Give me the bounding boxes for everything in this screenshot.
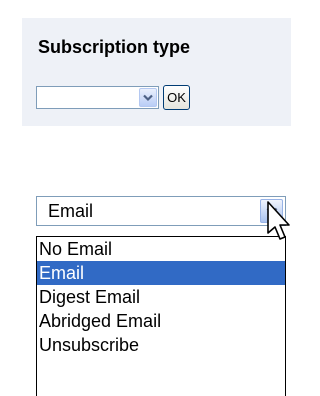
subscription-type-select[interactable] <box>36 86 159 109</box>
dropdown-options-list: No Email Email Digest Email Abridged Email U… <box>36 236 286 396</box>
dropdown-option[interactable]: Email <box>37 261 285 285</box>
subscription-type-label: Subscription type <box>38 37 191 57</box>
ok-button[interactable]: OK <box>163 85 190 110</box>
dropdown-arrow-button[interactable] <box>139 88 157 107</box>
dropdown-option[interactable]: Digest Email <box>37 285 285 309</box>
subscription-dropdown[interactable]: Email <box>36 196 286 226</box>
dropdown-option[interactable]: Unsubscribe <box>37 333 285 357</box>
dropdown-option[interactable]: No Email <box>37 237 285 261</box>
subscription-panel: Subscription type OK <box>22 18 291 126</box>
dropdown-option[interactable]: Abridged Email <box>37 309 285 333</box>
chevron-down-icon <box>143 94 153 101</box>
mouse-pointer-icon <box>267 201 290 240</box>
dropdown-current-value: Email <box>48 201 94 221</box>
